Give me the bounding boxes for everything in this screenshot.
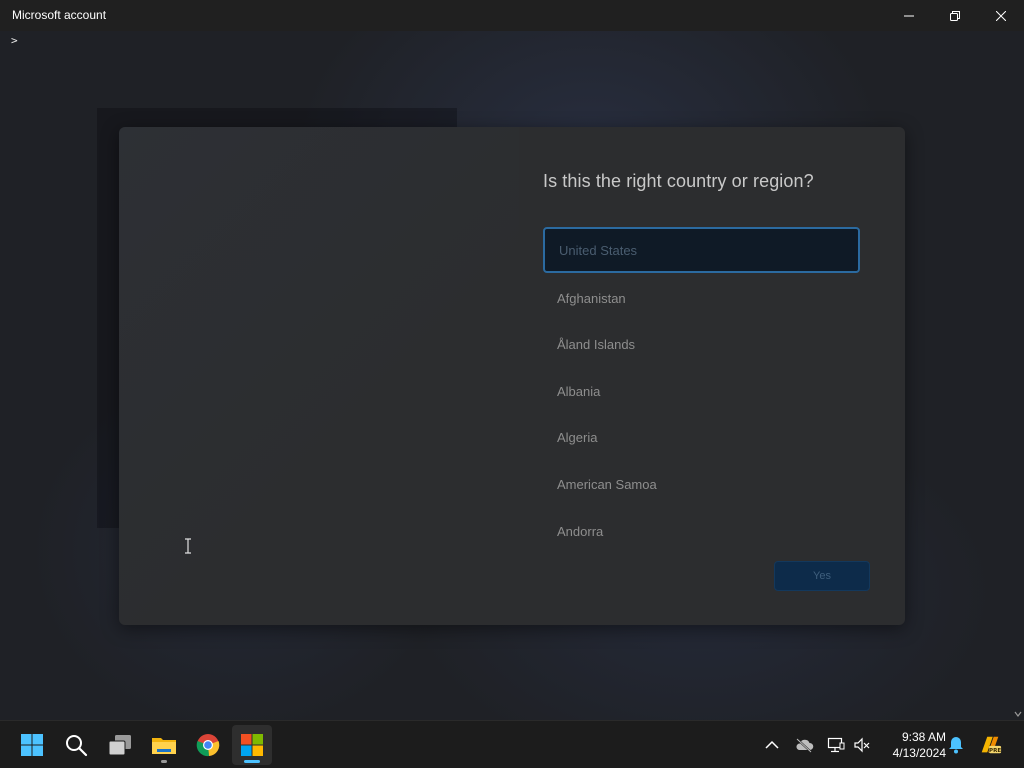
clock[interactable]: 9:38 AM 4/13/2024: [880, 729, 946, 761]
copilot-button[interactable]: PRE: [978, 733, 1002, 757]
country-option-selected[interactable]: United States: [543, 227, 860, 273]
clock-time: 9:38 AM: [901, 730, 946, 744]
folder-icon: [152, 738, 176, 754]
country-option[interactable]: Åland Islands: [543, 321, 861, 367]
yes-button[interactable]: Yes: [774, 561, 870, 591]
microsoft-store-icon: [241, 734, 263, 756]
network-icon: [827, 737, 845, 753]
close-icon: [996, 10, 1006, 21]
svg-text:PRE: PRE: [989, 748, 1001, 754]
country-option[interactable]: Albania: [543, 368, 861, 414]
search-icon: [66, 735, 88, 757]
volume-muted-icon: [854, 737, 870, 753]
country-option[interactable]: Afghanistan: [543, 275, 861, 321]
network-button[interactable]: [824, 733, 848, 757]
scroll-down-icon[interactable]: [1014, 710, 1022, 718]
active-indicator: [244, 760, 260, 763]
onedrive-button[interactable]: [792, 733, 816, 757]
search-button[interactable]: [56, 725, 96, 765]
chrome-icon: [196, 734, 220, 757]
country-option[interactable]: American Samoa: [543, 461, 861, 507]
restore-button[interactable]: [932, 0, 978, 31]
region-dialog: Is this the right country or region? Uni…: [119, 127, 905, 625]
taskbar: 9:38 AM 4/13/2024 PRE: [0, 720, 1024, 768]
chevron-up-icon: [765, 740, 779, 749]
restore-icon: [950, 10, 960, 21]
title-bar: Microsoft account: [0, 0, 1024, 31]
microsoft-store-button[interactable]: [232, 725, 272, 765]
file-explorer-button[interactable]: [144, 725, 184, 765]
prompt-glyph: >: [11, 34, 18, 47]
minimize-icon: [904, 15, 914, 16]
start-button[interactable]: [12, 725, 52, 765]
dialog-heading: Is this the right country or region?: [543, 171, 814, 191]
clock-date: 4/13/2024: [892, 746, 946, 760]
task-view-icon: [108, 735, 131, 756]
oobe-content-area: > Is this the right country or region? U…: [0, 31, 1024, 720]
running-indicator: [161, 760, 167, 763]
country-option[interactable]: Andorra: [543, 508, 861, 539]
copilot-pre-icon: PRE: [981, 736, 1001, 754]
volume-button[interactable]: [850, 733, 874, 757]
notifications-button[interactable]: [944, 733, 968, 757]
country-option[interactable]: Algeria: [543, 414, 861, 460]
notification-bell-icon: [949, 737, 963, 754]
windows-logo-icon: [21, 734, 43, 756]
close-button[interactable]: [978, 0, 1024, 31]
task-view-button[interactable]: [100, 725, 140, 765]
show-hidden-icons-button[interactable]: [760, 733, 784, 757]
chrome-button[interactable]: [188, 725, 228, 765]
window-title: Microsoft account: [12, 8, 107, 22]
text-cursor-icon: [185, 538, 191, 554]
country-list[interactable]: United States Afghanistan Åland Islands …: [543, 227, 861, 539]
onedrive-offline-icon: [796, 738, 814, 753]
minimize-button[interactable]: [886, 0, 932, 31]
